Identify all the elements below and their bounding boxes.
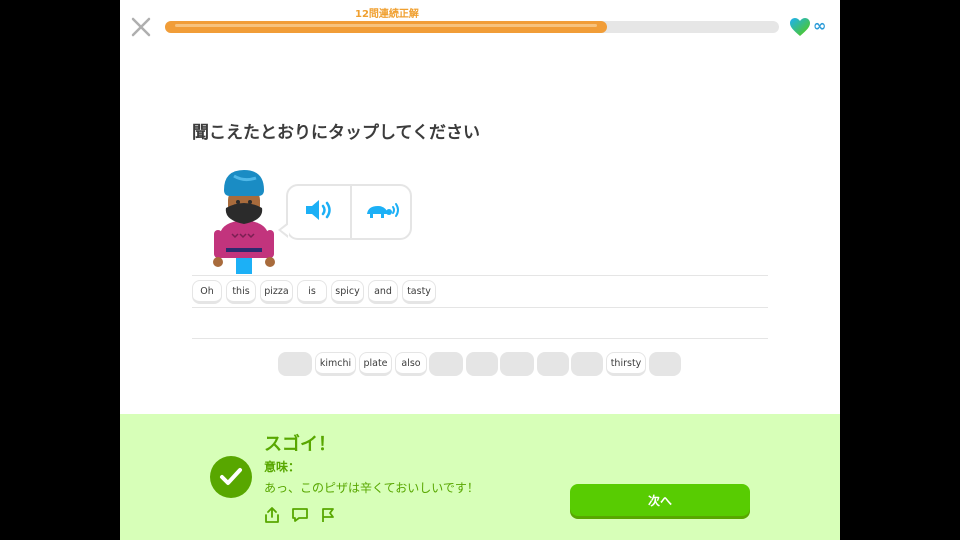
answer-word-chip[interactable]: this (226, 280, 256, 304)
word-bank-empty-slot (429, 352, 463, 376)
play-slow-audio-button[interactable] (350, 186, 414, 238)
word-bank-empty-slot (537, 352, 569, 376)
speech-bubble (286, 184, 412, 240)
word-bank-chip[interactable]: plate (359, 352, 392, 376)
character-illustration (208, 168, 280, 276)
close-icon[interactable] (130, 16, 152, 38)
answer-word-chip[interactable]: pizza (260, 280, 293, 304)
word-bank-empty-slot (278, 352, 312, 376)
progress-bar (165, 21, 779, 33)
answer-line (192, 275, 768, 276)
feedback-title: スゴイ！ (264, 434, 336, 455)
word-bank-chip[interactable]: also (395, 352, 427, 376)
lesson-screen: 12問連続正解 ∞ 聞こえたとおりにタップしてください Oh this pizz… (120, 0, 840, 540)
word-bank-empty-slot (466, 352, 498, 376)
streak-label: 12問連続正解 (355, 9, 419, 20)
share-icon[interactable] (263, 506, 281, 524)
meaning-label: 意味： (264, 460, 301, 474)
play-audio-button[interactable] (288, 186, 350, 238)
word-bank-chip[interactable]: thirsty (606, 352, 646, 376)
progress-fill (165, 21, 608, 33)
word-bank-empty-slot (500, 352, 534, 376)
comment-icon[interactable] (291, 506, 309, 524)
page-title: 聞こえたとおりにタップしてください (192, 123, 480, 143)
answer-word-chip[interactable]: is (297, 280, 327, 304)
check-icon (210, 456, 252, 498)
answer-word-chip[interactable]: spicy (331, 280, 364, 304)
feedback-panel: スゴイ！ 意味： あっ、このピザは辛くておいしいです！ 次へ (120, 414, 840, 540)
hearts-count: ∞ (813, 16, 827, 35)
answer-word-chip[interactable]: and (368, 280, 398, 304)
turtle-speaker-icon (364, 198, 402, 226)
word-bank-chip[interactable]: kimchi (315, 352, 356, 376)
flag-icon[interactable] (319, 506, 337, 524)
word-bank-empty-slot (649, 352, 681, 376)
meaning-text: あっ、このピザは辛くておいしいです！ (264, 481, 479, 495)
answer-line (192, 338, 768, 339)
answer-word-chip[interactable]: tasty (402, 280, 436, 304)
answer-line (192, 307, 768, 308)
word-bank-empty-slot (571, 352, 603, 376)
bubble-tail-inner (281, 224, 289, 236)
answer-word-chip[interactable]: Oh (192, 280, 222, 304)
next-button[interactable]: 次へ (570, 484, 750, 516)
speaker-icon (304, 198, 334, 226)
heart-icon (789, 17, 811, 37)
